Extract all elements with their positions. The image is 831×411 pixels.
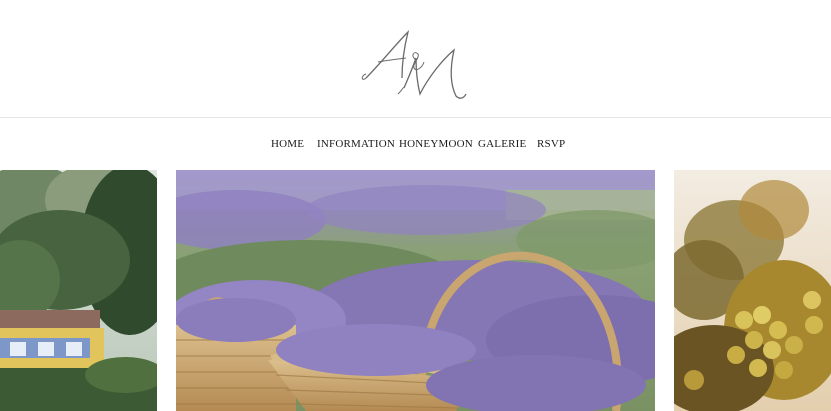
slide-lavender-baskets[interactable] bbox=[176, 170, 655, 411]
site-header bbox=[0, 0, 831, 117]
image-slider[interactable] bbox=[0, 170, 831, 411]
grape-vine-photo bbox=[674, 170, 831, 411]
slide-grape-vine[interactable] bbox=[674, 170, 831, 411]
monogram-logo-graphic bbox=[361, 29, 467, 99]
main-navigation: HOME INFORMATION HONEYMOON GALERIE RSVP bbox=[0, 118, 831, 170]
monogram-logo[interactable] bbox=[358, 24, 474, 104]
slide-garden-villa[interactable] bbox=[0, 170, 157, 411]
nav-item-information[interactable]: INFORMATION bbox=[317, 138, 395, 150]
nav-item-home[interactable]: HOME bbox=[271, 138, 304, 150]
nav-item-galerie[interactable]: GALERIE bbox=[478, 138, 526, 150]
garden-villa-photo bbox=[0, 170, 157, 411]
lavender-baskets-photo bbox=[176, 170, 655, 411]
nav-item-honeymoon[interactable]: HONEYMOON bbox=[399, 138, 473, 150]
nav-item-rsvp[interactable]: RSVP bbox=[537, 138, 565, 150]
